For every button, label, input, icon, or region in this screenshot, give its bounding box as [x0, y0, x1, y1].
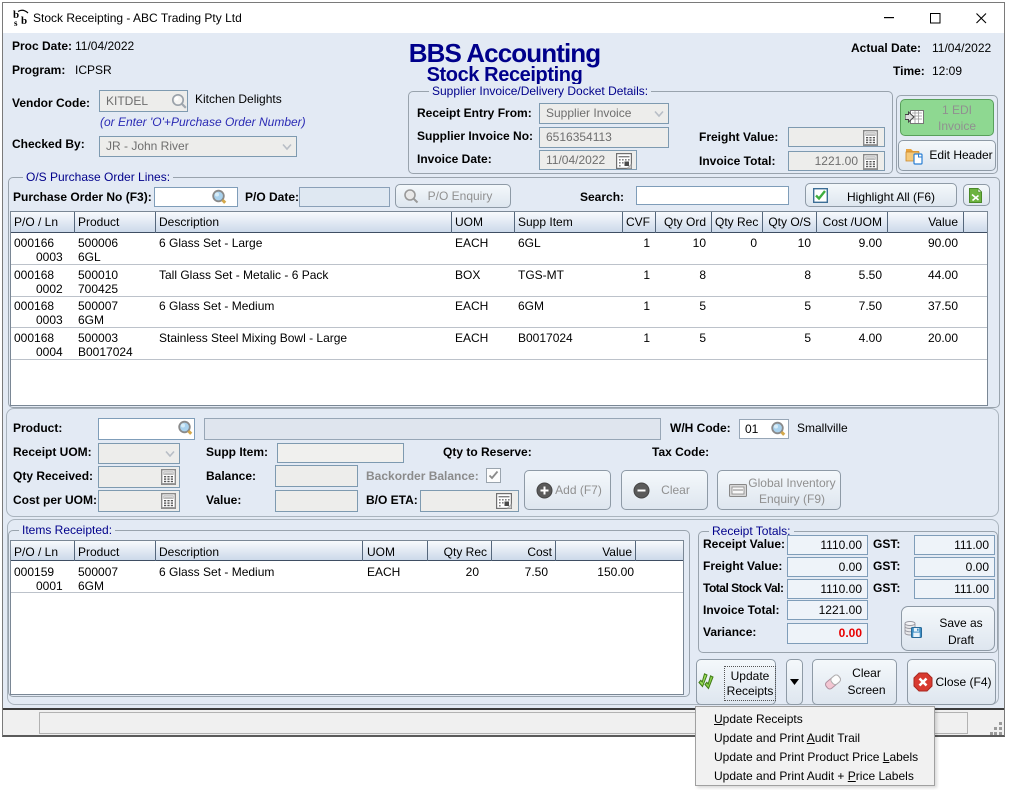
svg-text:s: s	[14, 18, 18, 27]
svg-text:b: b	[21, 15, 27, 27]
